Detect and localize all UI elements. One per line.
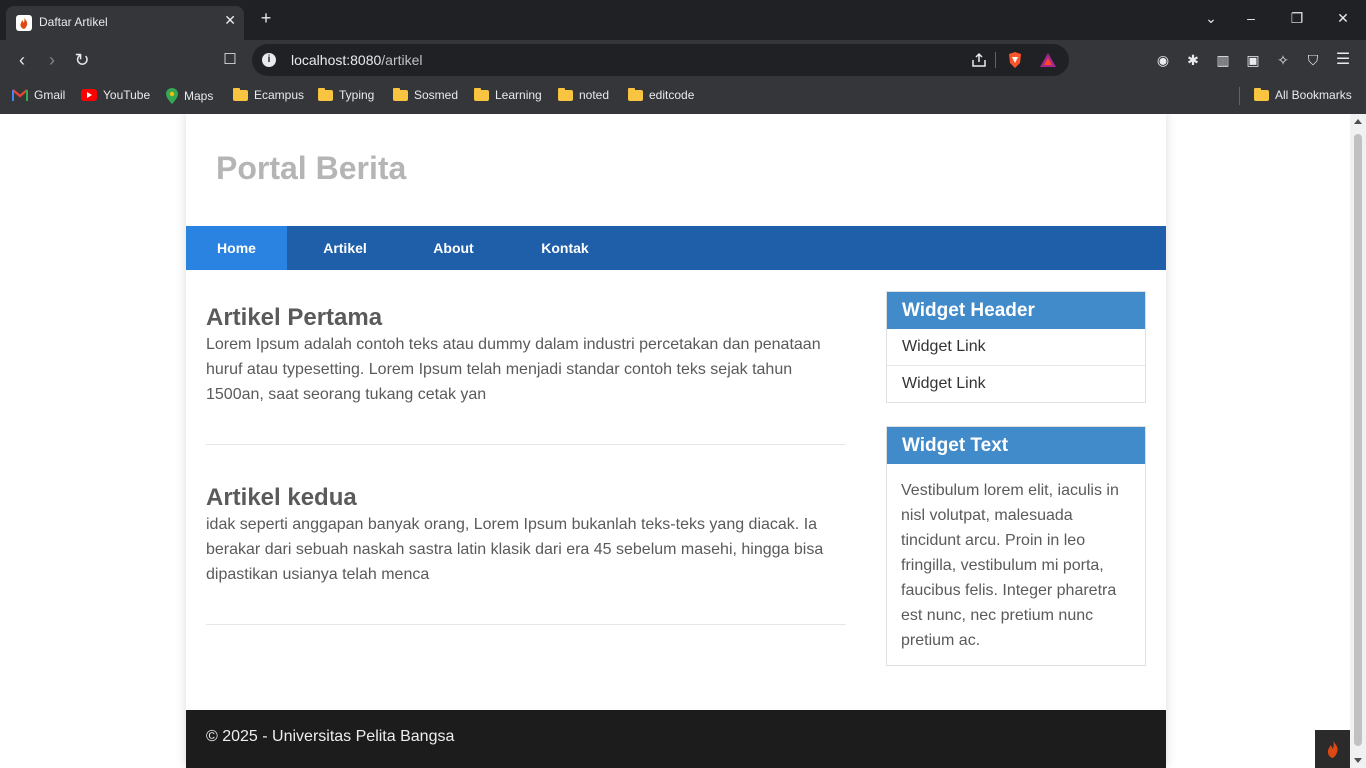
bookmark-folder-noted[interactable]: noted <box>558 87 610 102</box>
bookmark-label: Ecampus <box>254 88 305 102</box>
brave-rewards-icon[interactable] <box>1039 51 1057 69</box>
tab-close-icon[interactable]: ✕ <box>224 12 236 29</box>
sidebar-icon[interactable]: ▥ <box>1214 51 1232 69</box>
omnibox-divider <box>995 52 996 68</box>
bookmark-maps[interactable]: Maps <box>166 88 213 104</box>
bookmark-label: Sosmed <box>414 88 459 102</box>
article-body: idak seperti anggapan banyak orang, Lore… <box>206 516 824 583</box>
tab-title: Daftar Artikel <box>39 15 108 29</box>
bookmark-label: Typing <box>339 88 375 102</box>
widget-link[interactable]: Widget Link <box>887 329 1145 366</box>
menu-icon[interactable]: ☰ <box>1334 51 1352 69</box>
page-scrollbar[interactable] <box>1350 114 1366 768</box>
bookmarks-bar: Gmail YouTube Maps Ecampus Typing Sosmed… <box>0 80 1366 114</box>
bookmark-youtube[interactable]: YouTube <box>81 88 150 102</box>
flame-icon <box>1327 740 1338 758</box>
widget-link[interactable]: Widget Link <box>887 366 1145 402</box>
bookmark-label: editcode <box>649 88 695 102</box>
folder-icon <box>233 87 248 101</box>
close-window-icon[interactable]: ✕ <box>1333 10 1353 27</box>
browser-tab[interactable]: Daftar Artikel ✕ <box>6 6 244 40</box>
url-host: localhost:8080 <box>291 52 382 68</box>
url-path: /artikel <box>381 52 423 68</box>
bookmark-page-icon[interactable]: ☐ <box>220 50 240 70</box>
folder-icon <box>318 87 333 101</box>
codeigniter-favicon-icon <box>16 15 32 31</box>
site-info-icon[interactable]: i <box>262 53 276 67</box>
footer-text: © 2025 - Universitas Pelita Bangsa <box>206 728 455 745</box>
widget-header: Widget Header <box>887 292 1145 329</box>
camera-icon[interactable]: ◉ <box>1154 51 1172 69</box>
nav-kontak[interactable]: Kontak <box>504 226 626 270</box>
new-tab-button[interactable]: + <box>256 8 276 29</box>
address-bar[interactable]: i localhost:8080/artikel <box>252 44 1069 76</box>
back-icon[interactable]: ‹ <box>12 50 32 70</box>
bookmark-folder-typing[interactable]: Typing <box>318 87 375 102</box>
folder-icon <box>393 87 408 101</box>
widget-links: Widget Header Widget Link Widget Link <box>886 291 1146 403</box>
article-divider <box>206 624 846 625</box>
bookmark-label: Learning <box>495 88 542 102</box>
folder-icon <box>628 87 643 101</box>
widget-header: Widget Text <box>887 427 1145 464</box>
article-item: Artikel kedua idak seperti anggapan bany… <box>206 484 846 587</box>
article-title[interactable]: Artikel kedua <box>206 484 846 512</box>
bookmark-label: YouTube <box>103 88 151 102</box>
restore-icon[interactable]: ❐ <box>1287 10 1307 27</box>
reload-icon[interactable]: ↻ <box>72 50 92 70</box>
browser-toolbar: ‹ › ↻ ☐ i localhost:8080/artikel ◉ ✱ ▥ ▣… <box>0 40 1366 80</box>
bookmark-folder-learning[interactable]: Learning <box>474 87 542 102</box>
leo-ai-icon[interactable]: ✧ <box>1274 51 1292 69</box>
bookmarks-divider <box>1239 87 1240 105</box>
minimize-icon[interactable]: – <box>1241 10 1261 26</box>
gmail-icon <box>12 89 28 101</box>
codeigniter-debug-toolbar-button[interactable] <box>1315 730 1350 768</box>
bookmark-folder-sosmed[interactable]: Sosmed <box>393 87 459 102</box>
share-icon[interactable] <box>970 51 988 69</box>
maps-icon <box>166 88 178 104</box>
folder-icon <box>1254 87 1269 101</box>
scroll-down-arrow-icon[interactable] <box>1354 758 1362 763</box>
bookmark-label: noted <box>579 88 610 102</box>
all-bookmarks-button[interactable]: All Bookmarks <box>1254 87 1352 102</box>
article-body: Lorem Ipsum adalah contoh teks atau dumm… <box>206 336 821 403</box>
page-viewport: Portal Berita Home Artikel About Kontak … <box>0 114 1350 768</box>
youtube-icon <box>81 89 97 101</box>
forward-icon[interactable]: › <box>42 50 62 70</box>
bookmark-label: Maps <box>184 89 214 103</box>
tab-search-icon[interactable]: ⌄ <box>1201 10 1221 27</box>
article-divider <box>206 444 846 445</box>
bookmark-folder-ecampus[interactable]: Ecampus <box>233 87 305 102</box>
extensions-icon[interactable]: ✱ <box>1184 51 1202 69</box>
nav-about[interactable]: About <box>403 226 504 270</box>
widget-text-body: Vestibulum lorem elit, iaculis in nisl v… <box>901 482 1119 649</box>
brave-shield-icon[interactable] <box>1006 51 1024 69</box>
main-nav: Home Artikel About Kontak <box>186 226 1166 270</box>
bookmark-gmail[interactable]: Gmail <box>12 88 65 102</box>
all-bookmarks-label: All Bookmarks <box>1275 88 1352 102</box>
site-title: Portal Berita <box>216 150 407 186</box>
article-title[interactable]: Artikel Pertama <box>206 304 846 332</box>
page-container: Portal Berita Home Artikel About Kontak … <box>186 114 1166 768</box>
wallet-icon[interactable]: ▣ <box>1244 51 1262 69</box>
bookmark-folder-editcode[interactable]: editcode <box>628 87 695 102</box>
site-footer: © 2025 - Universitas Pelita Bangsa <box>186 710 1166 768</box>
browser-tab-bar: Daftar Artikel ✕ + ⌄ – ❐ ✕ <box>0 0 1366 40</box>
folder-icon <box>558 87 573 101</box>
vpn-icon[interactable]: ⛉ <box>1304 51 1322 69</box>
bookmark-label: Gmail <box>34 88 66 102</box>
article-item: Artikel Pertama Lorem Ipsum adalah conto… <box>206 304 846 407</box>
nav-home[interactable]: Home <box>186 226 287 270</box>
scrollbar-thumb[interactable] <box>1354 134 1362 746</box>
nav-artikel[interactable]: Artikel <box>287 226 403 270</box>
scroll-up-arrow-icon[interactable] <box>1354 119 1362 124</box>
widget-text: Widget Text Vestibulum lorem elit, iacul… <box>886 426 1146 666</box>
url-text[interactable]: localhost:8080/artikel <box>291 52 423 68</box>
folder-icon <box>474 87 489 101</box>
